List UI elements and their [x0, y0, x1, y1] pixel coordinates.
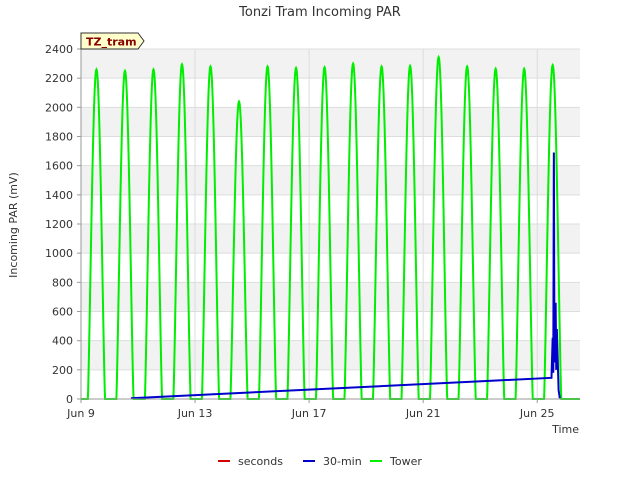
- y-tick-label: 1600: [45, 160, 73, 173]
- y-tick-label: 1000: [45, 247, 73, 260]
- x-tick-label: Jun 9: [66, 407, 95, 420]
- legend-label-tower: Tower: [389, 455, 422, 468]
- y-tick-label: 1400: [45, 189, 73, 202]
- site-badge: TZ_tram: [80, 32, 145, 50]
- y-tick-label: 600: [52, 306, 73, 319]
- legend-label-30-min: 30-min: [323, 455, 362, 468]
- y-tick-label: 1800: [45, 131, 73, 144]
- y-tick-label: 2400: [45, 43, 73, 56]
- chart-title: Tonzi Tram Incoming PAR: [238, 5, 401, 20]
- y-tick-label: 800: [52, 276, 73, 289]
- y-tick-label: 0: [66, 393, 73, 406]
- plot-band: [81, 165, 580, 195]
- legend-label-seconds: seconds: [238, 455, 283, 468]
- y-tick-label: 1200: [45, 218, 73, 231]
- x-tick-label: Jun 21: [405, 407, 441, 420]
- plot-band: [81, 49, 580, 79]
- plot-band: [81, 340, 580, 370]
- x-tick-label: Jun 13: [177, 407, 213, 420]
- y-tick-label: 2000: [45, 101, 73, 114]
- y-tick-label: 400: [52, 335, 73, 348]
- par-line-chart: Tonzi Tram Incoming PAR 0 200 400 600 800 100…: [7, 5, 580, 468]
- chart-container: Tonzi Tram Incoming PAR 0 200 400 600 800 100…: [0, 0, 640, 480]
- x-axis-label: Time: [551, 423, 579, 436]
- x-tick-label: Jun 17: [291, 407, 327, 420]
- y-tick-label: 200: [52, 364, 73, 377]
- site-badge-label: TZ_tram: [86, 36, 137, 49]
- x-tick-label: Jun 25: [519, 407, 555, 420]
- legend: seconds 30-min Tower: [218, 455, 422, 468]
- y-tick-label: 2200: [45, 72, 73, 85]
- y-axis-label: Incoming PAR (mV): [7, 172, 20, 278]
